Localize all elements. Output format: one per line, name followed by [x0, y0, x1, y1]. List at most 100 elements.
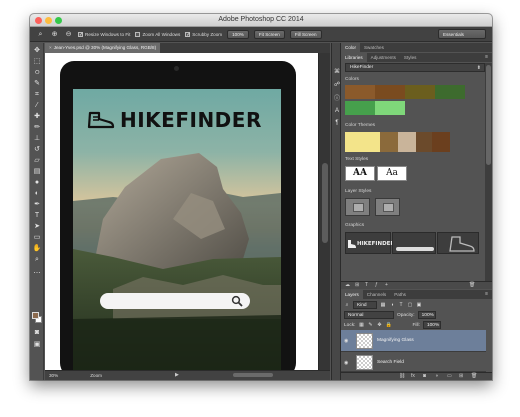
new-group-icon[interactable]: ▭: [447, 373, 452, 379]
gradient-tool-icon[interactable]: ▤: [32, 167, 42, 176]
vertical-scrollbar[interactable]: [319, 53, 330, 370]
move-tool-icon[interactable]: ✥: [32, 46, 42, 55]
fill-input[interactable]: 100%: [422, 321, 441, 329]
theme-color-swatch[interactable]: [380, 132, 398, 152]
theme-color-swatch[interactable]: [416, 132, 432, 152]
tab-color[interactable]: Color: [341, 43, 360, 52]
add-graphic-icon[interactable]: ⊞: [355, 282, 359, 288]
graphic-logo-item[interactable]: HIKEFINDER: [345, 232, 395, 254]
quick-selection-tool-icon[interactable]: ✎: [32, 79, 42, 88]
graphic-search-item[interactable]: [392, 232, 436, 254]
layer-effects-icon[interactable]: fx: [411, 373, 415, 379]
zoom-tool-icon[interactable]: ⌕: [32, 255, 42, 264]
panel-menu-icon[interactable]: ≡: [485, 291, 488, 297]
workspace-switcher[interactable]: Essentials: [438, 29, 486, 39]
link-layers-icon[interactable]: ⛓: [399, 373, 405, 379]
scrollbar-thumb[interactable]: [486, 65, 491, 165]
graphic-boot-item[interactable]: [437, 232, 479, 254]
smart-object-filter-icon[interactable]: ▣: [416, 302, 422, 308]
zoom-100-button[interactable]: 100%: [227, 29, 249, 39]
zoom-in-icon[interactable]: ⊕: [50, 30, 59, 39]
visibility-eye-icon[interactable]: ◉: [344, 338, 348, 344]
horizontal-scrollbar[interactable]: [233, 373, 273, 377]
library-select[interactable]: HikeFinder ⬍: [345, 63, 485, 72]
zoom-level[interactable]: 30%: [49, 373, 58, 378]
theme-color-swatch[interactable]: [345, 132, 380, 152]
history-brush-tool-icon[interactable]: ↺: [32, 145, 42, 154]
adjustment-filter-icon[interactable]: ◑: [389, 302, 395, 308]
type-filter-icon[interactable]: T: [398, 302, 404, 308]
status-menu-arrow-icon[interactable]: ▶: [175, 372, 179, 378]
quick-mask-icon[interactable]: ◙: [32, 328, 42, 337]
library-scrollbar[interactable]: [485, 63, 492, 283]
zoom-out-icon[interactable]: ⊖: [64, 30, 73, 39]
tab-libraries[interactable]: Libraries: [341, 53, 367, 62]
add-content-icon[interactable]: +: [385, 282, 388, 288]
library-color-swatch[interactable]: [435, 85, 465, 99]
opacity-input[interactable]: 100%: [417, 311, 436, 319]
layer-style-item[interactable]: [375, 198, 400, 216]
pen-tool-icon[interactable]: ✒: [32, 200, 42, 209]
scrubby-zoom-checkbox[interactable]: ✓ Scrubby Zoom: [185, 31, 222, 37]
adjustment-layer-icon[interactable]: ◑: [435, 373, 438, 379]
layer-row-magnifying-glass[interactable]: ◉ Magnifying Glass: [341, 330, 486, 352]
more-tools-icon[interactable]: ⋯: [32, 269, 42, 278]
trash-icon[interactable]: 🗑: [469, 282, 475, 288]
clone-stamp-tool-icon[interactable]: ⊥: [32, 134, 42, 143]
add-color-icon[interactable]: ƒ: [375, 282, 378, 288]
library-color-swatch[interactable]: [405, 85, 435, 99]
zoom-tool-icon[interactable]: ⌕: [36, 30, 45, 39]
history-panel-icon[interactable]: ⌘: [333, 68, 341, 76]
text-style-bold[interactable]: AA: [345, 166, 375, 181]
layer-style-item[interactable]: [345, 198, 370, 216]
text-style-regular[interactable]: Aa: [377, 166, 407, 181]
visibility-eye-icon[interactable]: ◉: [344, 360, 348, 366]
blur-tool-icon[interactable]: ●: [32, 178, 42, 187]
foreground-color-swatch[interactable]: [32, 312, 39, 319]
shape-filter-icon[interactable]: ▢: [407, 302, 413, 308]
path-selection-tool-icon[interactable]: ➤: [32, 222, 42, 231]
paragraph-panel-icon[interactable]: ¶: [333, 119, 341, 127]
eraser-tool-icon[interactable]: ▱: [32, 156, 42, 165]
healing-brush-tool-icon[interactable]: ✚: [32, 112, 42, 121]
character-panel-icon[interactable]: A: [333, 107, 341, 115]
library-color-swatch[interactable]: [345, 101, 375, 115]
lock-all-icon[interactable]: 🔒: [385, 322, 391, 328]
type-tool-icon[interactable]: T: [32, 211, 42, 220]
fill-screen-button[interactable]: Fill Screen: [289, 29, 322, 39]
zoom-all-windows-checkbox[interactable]: Zoom All Windows: [135, 31, 180, 37]
brush-panel-icon[interactable]: ☍: [333, 81, 341, 89]
tab-channels[interactable]: Channels: [363, 290, 390, 299]
theme-color-swatch[interactable]: [432, 132, 450, 152]
lock-pixels-icon[interactable]: ✎: [367, 322, 373, 328]
delete-layer-icon[interactable]: 🗑: [471, 373, 477, 379]
layer-name[interactable]: Search Field: [377, 360, 404, 365]
dodge-tool-icon[interactable]: ◐: [32, 189, 42, 198]
blend-mode-select[interactable]: Normal: [344, 311, 394, 319]
library-color-swatch[interactable]: [345, 85, 375, 99]
kind-filter-select[interactable]: Kind: [353, 301, 377, 309]
layer-row-search-field[interactable]: ◉ Search Field: [341, 352, 486, 372]
cloud-icon[interactable]: ☁: [345, 282, 350, 288]
pixel-filter-icon[interactable]: ▦: [380, 302, 386, 308]
lasso-tool-icon[interactable]: ഠ: [32, 68, 42, 77]
tab-adjustments[interactable]: Adjustments: [367, 53, 400, 62]
tab-swatches[interactable]: Swatches: [360, 43, 388, 52]
scrollbar-thumb[interactable]: [322, 163, 328, 243]
layer-name[interactable]: Magnifying Glass: [377, 338, 414, 343]
brush-tool-icon[interactable]: ✏: [32, 123, 42, 132]
info-panel-icon[interactable]: ⓘ: [333, 95, 341, 103]
eyedropper-tool-icon[interactable]: ⁄: [32, 101, 42, 110]
canvas-area[interactable]: HIKEFINDER: [45, 53, 330, 370]
lock-transparency-icon[interactable]: ▦: [358, 322, 364, 328]
close-tab-icon[interactable]: ×: [49, 45, 52, 50]
panel-menu-icon[interactable]: ≡: [485, 54, 488, 60]
new-layer-icon[interactable]: ⊞: [459, 373, 463, 379]
shape-tool-icon[interactable]: ▭: [32, 233, 42, 242]
lock-position-icon[interactable]: ✥: [376, 322, 382, 328]
theme-color-swatch[interactable]: [398, 132, 416, 152]
tab-styles[interactable]: Styles: [400, 53, 421, 62]
crop-tool-icon[interactable]: ⌗: [32, 90, 42, 99]
document-tab[interactable]: × Jean-Yves.psd @ 30% (Magnifying Glass, …: [45, 43, 161, 53]
marquee-tool-icon[interactable]: ⬚: [32, 57, 42, 66]
